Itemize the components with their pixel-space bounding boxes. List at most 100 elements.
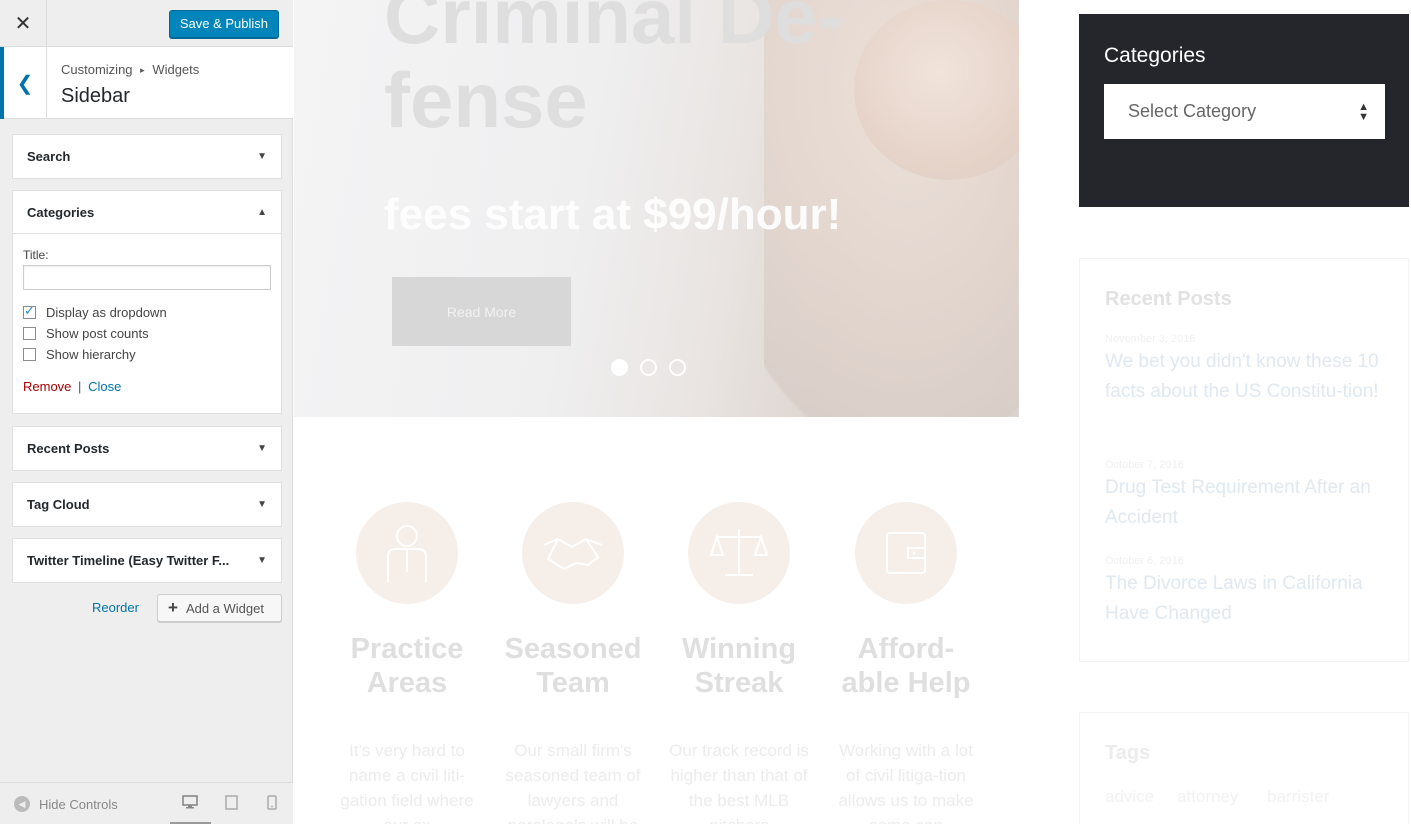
save-publish-button[interactable]: Save & Publish xyxy=(168,10,279,38)
add-widget-button[interactable]: + Add a Widget xyxy=(157,594,282,622)
feature-winning-streak: Winning Streak Our track record is highe… xyxy=(669,502,809,824)
categories-widget-preview: Categories Select Category ▲ ▼ xyxy=(1079,14,1409,207)
post-link[interactable]: The Divorce Laws in California Have Chan… xyxy=(1105,569,1395,629)
breadcrumb: Customizing ▸ Widgets xyxy=(61,62,199,77)
customizer-footer: ◀ Hide Controls xyxy=(0,782,293,824)
expand-arrow-icon[interactable]: ▼ xyxy=(257,443,267,454)
feature-text: Our small firm's seasoned team of lawyer… xyxy=(505,741,641,824)
recent-posts-widget-preview: Recent Posts November 3, 2016 We bet you… xyxy=(1079,258,1409,662)
expand-arrow-icon[interactable]: ▼ xyxy=(257,151,267,162)
select-arrows-icon: ▲ ▼ xyxy=(1358,100,1369,123)
collapse-icon: ◀ xyxy=(14,796,30,812)
option-show-hierarchy[interactable]: Show hierarchy xyxy=(23,344,271,365)
breadcrumb-separator-icon: ▸ xyxy=(140,65,145,75)
feature-title: Seasoned Team xyxy=(504,633,642,699)
widget-form: Title: Display as dropdown Show post cou… xyxy=(13,234,281,406)
recent-post-item: October 7, 2016 Drug Test Requirement Af… xyxy=(1105,459,1395,533)
widget-controls: Remove | Close xyxy=(23,379,271,394)
category-select[interactable]: Select Category ▲ ▼ xyxy=(1104,84,1385,139)
widget-header[interactable]: Twitter Timeline (Easy Twitter F... ▼ xyxy=(13,539,281,582)
recent-post-item: October 6, 2016 The Divorce Laws in Cali… xyxy=(1105,555,1395,629)
feature-title: Afford-able Help xyxy=(841,633,971,699)
feature-title: Winning Streak xyxy=(681,633,797,699)
close-link[interactable]: Close xyxy=(88,379,121,394)
feature-text: It's very hard to name a civil liti-gati… xyxy=(340,741,474,824)
options-list: Display as dropdown Show post counts Sho… xyxy=(23,302,271,365)
tablet-icon[interactable] xyxy=(225,795,238,813)
slider-dot[interactable] xyxy=(669,359,686,376)
breadcrumb-parent: Customizing xyxy=(61,62,133,77)
feature-practice-areas: Practice Areas It's very hard to name a … xyxy=(337,502,477,824)
customizer-topbar: ✕ Save & Publish xyxy=(0,0,293,47)
post-date: October 7, 2016 xyxy=(1105,459,1184,471)
post-date: November 3, 2016 xyxy=(1105,333,1196,345)
checkbox[interactable] xyxy=(23,327,36,340)
option-display-dropdown[interactable]: Display as dropdown xyxy=(23,302,271,323)
title-label: Title: xyxy=(23,248,49,262)
tag-link[interactable]: attorney xyxy=(1177,787,1238,807)
widget-title: Tag Cloud xyxy=(27,497,90,512)
collapse-arrow-icon[interactable]: ▲ xyxy=(257,207,267,218)
option-label: Display as dropdown xyxy=(46,305,167,320)
chevron-left-icon: ❮ xyxy=(16,72,34,95)
widget-title: Search xyxy=(27,149,71,164)
hide-controls-label: Hide Controls xyxy=(39,796,118,812)
slider-dots xyxy=(611,359,686,376)
widget-header[interactable]: Search ▼ xyxy=(13,135,281,178)
checkbox-checked[interactable] xyxy=(23,303,36,319)
feature-title: Practice Areas xyxy=(350,633,464,699)
wallet-icon xyxy=(855,502,957,604)
section-header: ❮ Customizing ▸ Widgets Sidebar xyxy=(0,47,293,119)
close-customizer-button[interactable]: ✕ xyxy=(0,0,47,47)
recent-posts-title: Recent Posts xyxy=(1105,288,1232,310)
widget-title: Twitter Timeline (Easy Twitter F... xyxy=(27,553,230,568)
widget-title: Categories xyxy=(27,204,95,220)
section-title: Sidebar xyxy=(61,85,130,107)
post-link[interactable]: Drug Test Requirement After an Accident xyxy=(1105,473,1395,533)
feature-seasoned-team: Seasoned Team Our small firm's seasoned … xyxy=(503,502,643,824)
hero-slider: Criminal De-fense fees start at $99/hour… xyxy=(294,0,1019,417)
post-link[interactable]: We bet you didn't know these 10 facts ab… xyxy=(1105,347,1395,407)
widget-search[interactable]: Search ▼ xyxy=(12,134,282,179)
slider-dot-active[interactable] xyxy=(611,359,628,376)
separator: | xyxy=(78,379,82,394)
option-label: Show post counts xyxy=(46,326,149,341)
remove-link[interactable]: Remove xyxy=(23,379,71,394)
checkbox[interactable] xyxy=(23,348,36,361)
widget-tag-cloud[interactable]: Tag Cloud ▼ xyxy=(12,482,282,527)
site-preview: Criminal De-fense fees start at $99/hour… xyxy=(294,0,1411,824)
expand-arrow-icon[interactable]: ▼ xyxy=(257,499,267,510)
feature-text: Working with a lot of civil litiga-tion … xyxy=(838,741,974,824)
desktop-icon[interactable] xyxy=(182,795,198,812)
hero-title: Criminal De-fense xyxy=(384,0,844,144)
tag-link[interactable]: advice xyxy=(1105,787,1154,807)
hide-controls-button[interactable]: ◀ Hide Controls xyxy=(14,796,118,812)
scales-icon xyxy=(688,502,790,604)
hero-subtitle: fees start at $99/hour! xyxy=(384,190,842,239)
recent-post-item: November 3, 2016 We bet you didn't know … xyxy=(1105,333,1395,407)
close-icon: ✕ xyxy=(14,13,32,35)
widget-recent-posts[interactable]: Recent Posts ▼ xyxy=(12,426,282,471)
widget-header[interactable]: Recent Posts ▼ xyxy=(13,427,281,470)
customizer-screen: ✕ Save & Publish ❮ Customizing ▸ Widgets… xyxy=(0,0,1411,824)
read-more-button[interactable]: Read More xyxy=(392,277,571,346)
categories-title: Categories xyxy=(1104,44,1206,67)
breadcrumb-child: Widgets xyxy=(152,62,200,77)
person-icon xyxy=(356,502,458,604)
handshake-icon xyxy=(522,502,624,604)
widget-categories[interactable]: Categories ▲ Title: Display as dropdown … xyxy=(12,190,282,414)
slider-dot[interactable] xyxy=(640,359,657,376)
widget-header[interactable]: Categories ▲ xyxy=(13,191,281,234)
expand-arrow-icon[interactable]: ▼ xyxy=(257,555,267,566)
customizer-panel: ✕ Save & Publish ❮ Customizing ▸ Widgets… xyxy=(0,0,293,824)
title-input[interactable] xyxy=(23,265,271,290)
reorder-link[interactable]: Reorder xyxy=(92,600,139,615)
widget-twitter-timeline[interactable]: Twitter Timeline (Easy Twitter F... ▼ xyxy=(12,538,282,583)
back-button[interactable]: ❮ xyxy=(0,47,47,119)
option-show-post-counts[interactable]: Show post counts xyxy=(23,323,271,344)
tag-link[interactable]: barrister xyxy=(1267,787,1329,807)
tags-widget-preview: Tags advice attorney barrister xyxy=(1079,712,1409,824)
mobile-icon[interactable] xyxy=(267,795,277,813)
feature-text: Our track record is higher than that of … xyxy=(669,741,809,824)
widget-header[interactable]: Tag Cloud ▼ xyxy=(13,483,281,526)
